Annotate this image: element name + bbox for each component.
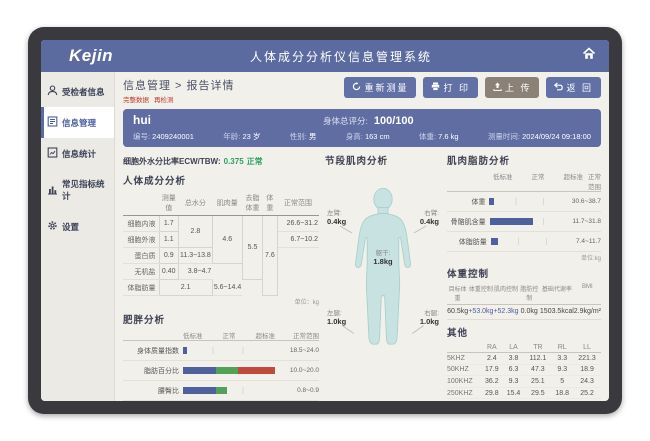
left-arm-value: 左臂:0.4kg — [327, 207, 346, 226]
obesity-title: 肥胖分析 — [123, 312, 319, 326]
gear-icon — [47, 220, 58, 233]
left-leg-value: 左腿:1.0kg — [327, 307, 346, 326]
sidebar-item-info-management[interactable]: 信息管理 — [41, 107, 114, 138]
segmental-muscle-panel: 节段肌肉分析 左臂:0.4kg — [325, 153, 441, 401]
skeletal-muscle-bar — [490, 218, 573, 225]
app-header: Kejin 人体成分分析仪信息管理系统 — [41, 40, 609, 72]
patient-name: hui — [133, 113, 323, 127]
obesity-row-fat-percent: 脂肪百分比 10.0~20.0 — [123, 361, 319, 381]
whr-bar — [183, 387, 275, 394]
right-column: 肌肉脂肪分析 低标准正常超标准 正常范围 体 — [447, 153, 601, 401]
right-arm-value: 右臂:0.4kg — [420, 207, 439, 226]
bmr-value: 1503.5kcal — [540, 305, 574, 315]
upload-button[interactable]: 上 传 — [485, 77, 540, 98]
print-button[interactable]: 打 印 — [423, 77, 478, 98]
back-icon — [554, 82, 563, 93]
bmi-value: 2.9kg/m² — [574, 305, 601, 315]
table-row: 100KHZ36.29.325.1524.3 — [447, 376, 601, 388]
report-icon — [47, 116, 58, 129]
patient-height: 身高: 163 cm — [346, 131, 390, 142]
refresh-icon — [352, 82, 361, 93]
measure-time: 测量时间: 2024/09/24 09:18:00 — [488, 131, 591, 142]
toolbar: 信息管理 > 报告详情 完整数据 再检测 重新测量 打 — [115, 72, 609, 106]
muscle-fat-unit: 单位:kg — [447, 253, 601, 262]
muscle-fat-title: 肌肉脂肪分析 — [447, 153, 601, 167]
weight-control-title: 体重控制 — [447, 266, 601, 280]
table-row: 500KHZ21.727.17.321.72.1 — [447, 399, 601, 401]
sidebar-item-label: 常见指标统计 — [62, 178, 110, 202]
chart-icon — [47, 184, 58, 197]
breadcrumb: 信息管理 > 报告详情 — [123, 77, 344, 93]
crumb-link-full-data[interactable]: 完整数据 — [123, 94, 149, 104]
stats-icon — [47, 147, 58, 160]
body-silhouette — [333, 185, 433, 385]
muscle-fat-analysis: 低标准正常超标准 正常范围 体重 30.6~38.7 — [447, 171, 601, 262]
sidebar-item-settings[interactable]: 设置 — [41, 211, 114, 242]
sidebar: 受检者信息 信息管理 信息统计 常见指标统计 设置 — [41, 72, 115, 401]
other-title: 其他 — [447, 325, 601, 339]
weight-control-table: 目标体重 体重控制 肌肉控制 脂肪控制 基础代谢率 BMI 60.5kg +53… — [447, 284, 601, 320]
table-row: 无机盐 0.40 3.8~4.7 — [123, 264, 319, 280]
remeasure-button[interactable]: 重新测量 — [344, 77, 416, 98]
main-area: 信息管理 > 报告详情 完整数据 再检测 重新测量 打 — [115, 72, 609, 401]
bmi-bar — [183, 347, 275, 354]
print-label: 打 印 — [443, 81, 470, 94]
sidebar-item-label: 设置 — [62, 221, 79, 233]
print-icon — [431, 82, 440, 93]
weight-control-value: +53.0kg — [468, 305, 493, 315]
upload-icon — [493, 82, 502, 93]
target-weight: 60.5kg — [447, 305, 468, 315]
weight-bar — [489, 198, 571, 205]
table-row: 细胞内液 1.7 2.8 4.6 5.5 7.6 26.6~31.2 — [123, 216, 319, 232]
table-row: 体脂肪量 2.1 5.6~14.4 — [123, 280, 319, 296]
obesity-row-whr: 腰臀比 0.8~0.9 — [123, 381, 319, 401]
obesity-row-bmi: 身体质量指数 18.5~24.0 — [123, 341, 319, 361]
patient-weight: 体重: 7.6 kg — [419, 131, 459, 142]
left-column: 细胞外水分比率ECW/TBW:0.375正常 人体成分分析 测量值 总水分 肌肉… — [123, 153, 319, 401]
composition-title: 人体成分分析 — [123, 173, 319, 187]
segmental-title: 节段肌肉分析 — [325, 153, 441, 167]
remeasure-label: 重新测量 — [364, 81, 408, 94]
patient-id: 编号: 2409240001 — [133, 131, 194, 142]
mf-row-body-fat: 体脂肪量 7.4~11.7 — [447, 232, 601, 252]
sidebar-item-info-statistics[interactable]: 信息统计 — [41, 138, 114, 169]
brand-logo: Kejin — [69, 46, 113, 66]
patient-gender: 性别: 男 — [290, 131, 317, 142]
sidebar-item-label: 信息管理 — [62, 117, 96, 129]
score-label: 身体总评分: — [323, 115, 368, 127]
mf-row-weight: 体重 30.6~38.7 — [447, 192, 601, 212]
score-value: 100/100 — [374, 115, 414, 127]
right-leg-value: 右腿:1.0kg — [420, 307, 439, 326]
sidebar-item-subject-info[interactable]: 受检者信息 — [41, 76, 114, 107]
composition-table: 测量值 总水分 肌肉量 去脂体重 体重 正常范围 细胞内液 1.7 2.8 — [123, 191, 319, 296]
sidebar-item-label: 受检者信息 — [62, 86, 105, 98]
patient-summary-bar: hui 身体总评分: 100/100 编号: 2409240001 年龄: 23… — [123, 109, 601, 147]
sidebar-item-label: 信息统计 — [62, 148, 96, 160]
sidebar-item-common-indicators[interactable]: 常见指标统计 — [41, 169, 114, 211]
back-button[interactable]: 返 回 — [546, 77, 601, 98]
trunk-value: 躯干:1.8kg — [373, 247, 392, 266]
patient-age: 年龄: 23 岁 — [223, 131, 260, 142]
mf-row-skeletal-muscle: 骨骼肌含量 11.7~31.8 — [447, 212, 601, 232]
ecw-ratio: 细胞外水分比率ECW/TBW:0.375正常 — [123, 156, 319, 167]
crumb-link-retest[interactable]: 再检测 — [154, 94, 174, 104]
home-icon — [582, 47, 596, 65]
home-button[interactable] — [569, 47, 609, 65]
table-row: 5KHZ2.43.8112.13.3221.3 — [447, 353, 601, 365]
obesity-analysis: 低标准正常超标准 正常范围 身体质量指数 18.5~24.0 — [123, 330, 319, 401]
body-fat-bar — [491, 238, 576, 245]
impedance-table: RA LA TR RL LL 5KHZ2.43.8112.13.3221.3 5… — [447, 342, 601, 401]
app-title: 人体成分分析仪信息管理系统 — [113, 48, 569, 65]
user-icon — [47, 85, 58, 98]
app-screen: Kejin 人体成分分析仪信息管理系统 受检者信息 信息管理 — [41, 40, 609, 401]
back-label: 返 回 — [566, 81, 593, 94]
composition-unit: 单位：kg — [123, 297, 319, 306]
table-row: 50KHZ17.96.347.39.318.9 — [447, 364, 601, 376]
muscle-control-value: +52.3kg — [493, 305, 518, 315]
table-row: 250KHZ29.815.429.518.825.2 — [447, 387, 601, 399]
upload-label: 上 传 — [505, 81, 532, 94]
fat-percent-bar — [183, 367, 275, 374]
tablet-frame: Kejin 人体成分分析仪信息管理系统 受检者信息 信息管理 — [28, 27, 622, 414]
fat-control-value: 0.0kg — [519, 305, 540, 315]
